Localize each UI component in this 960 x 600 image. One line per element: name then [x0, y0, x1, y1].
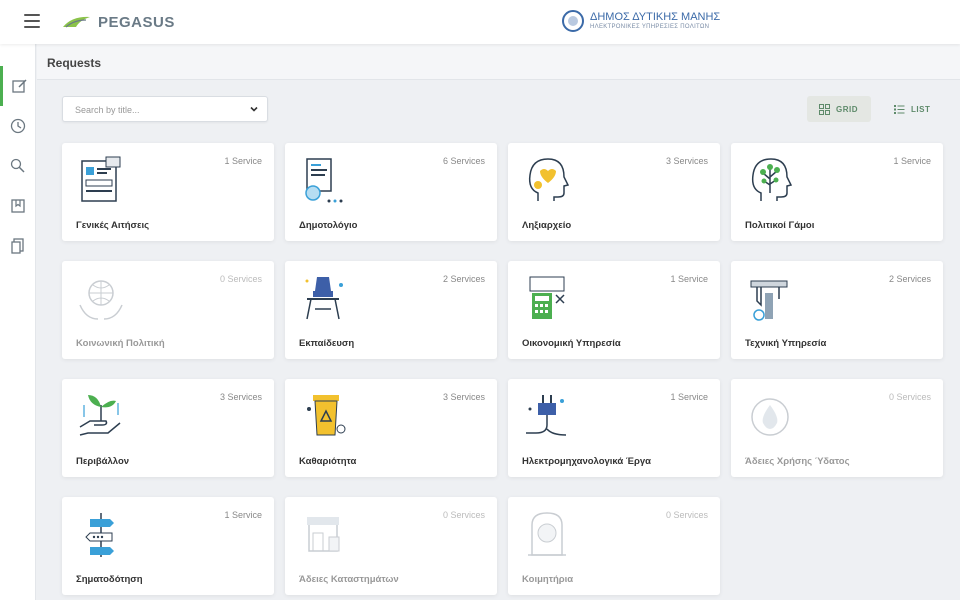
service-card-civil-weddings[interactable]: 1 Service Πολιτικοί Γάμοι — [731, 143, 943, 241]
service-card-general-requests[interactable]: 1 Service Γενικές Αιτήσεις — [62, 143, 274, 241]
service-card-technical[interactable]: 2 Services Τεχνική Υπηρεσία — [731, 261, 943, 359]
card-title: Κοινωνική Πολιτική — [76, 338, 165, 349]
electric-plug-icon — [526, 395, 567, 436]
service-card-cleaning[interactable]: 3 Services Καθαριότητα — [285, 379, 497, 477]
service-count: 1 Service — [670, 392, 708, 402]
documents-icon — [11, 238, 24, 254]
card-title: Ληξιαρχείο — [522, 220, 572, 231]
sidebar-item-requests[interactable] — [0, 66, 36, 106]
card-title: Τεχνική Υπηρεσία — [745, 338, 827, 349]
card-title: Πολιτικοί Γάμοι — [745, 220, 815, 231]
shop-icon — [307, 517, 340, 552]
registry-hearts-head-icon — [528, 158, 570, 201]
service-count: 1 Service — [893, 156, 931, 166]
bookmark-book-icon — [11, 199, 25, 213]
tree-head-icon — [751, 158, 793, 201]
search-user-icon — [10, 158, 25, 173]
service-count: 6 Services — [442, 156, 485, 166]
municipality-name: ΔΗΜΟΣ ΔΥΤΙΚΗΣ ΜΑΝΗΣ — [590, 10, 721, 23]
card-title: Κοιμητήρια — [522, 574, 574, 585]
search-placeholder: Search by title... — [75, 105, 140, 115]
app-logo[interactable]: PEGASUS — [62, 12, 175, 32]
grid-icon — [819, 103, 830, 115]
service-card-civil-registry[interactable]: 3 Services Ληξιαρχείο — [508, 143, 720, 241]
municipality-subtitle: ΗΛΕΚΤΡΟΝΙΚΕΣ ΥΠΗΡΕΣΙΕΣ ΠΟΛΙΤΩΝ — [590, 23, 710, 30]
service-count: 2 Services — [888, 274, 931, 284]
card-title: Οικονομική Υπηρεσία — [522, 338, 621, 349]
globe-hands-icon — [79, 280, 123, 320]
grid-view-button[interactable]: GRID — [807, 96, 871, 122]
logo-text: PEGASUS — [98, 13, 175, 31]
service-card-shop-permits[interactable]: 0 Services Άδειες Καταστημάτων — [285, 497, 497, 595]
service-count: 3 Services — [442, 392, 485, 402]
school-desk-icon — [305, 277, 343, 320]
menu-icon[interactable] — [24, 14, 40, 28]
card-title: Γενικές Αιτήσεις — [76, 220, 150, 231]
service-count: 1 Service — [224, 510, 262, 520]
history-icon — [10, 118, 26, 134]
card-title: Περιβάλλον — [76, 456, 130, 467]
service-count: 3 Services — [665, 156, 708, 166]
service-count: 3 Services — [219, 392, 262, 402]
page-header: Requests — [37, 44, 960, 80]
list-view-label: LIST — [911, 104, 931, 114]
card-title: Άδειες Καταστημάτων — [299, 574, 399, 585]
service-card-municipal-registry[interactable]: 6 Services Δημοτολόγιο — [285, 143, 497, 241]
grid-view-label: GRID — [836, 104, 858, 114]
service-card-finance[interactable]: 1 Service Οικονομική Υπηρεσία — [508, 261, 720, 359]
service-card-social-policy[interactable]: 0 Services Κοινωνική Πολιτική — [62, 261, 274, 359]
card-title: Άδειες Χρήσης Ύδατος — [745, 456, 850, 467]
edit-icon — [11, 79, 27, 93]
top-bar: PEGASUS ΔΗΜΟΣ ΔΥΤΙΚΗΣ ΜΑΝΗΣ ΗΛΕΚΤΡΟΝΙΚΕΣ… — [0, 0, 960, 44]
sidebar-item-documents[interactable] — [0, 226, 36, 266]
sidebar — [0, 44, 36, 600]
service-card-signage[interactable]: 1 Service Σηματοδότηση — [62, 497, 274, 595]
service-count: 0 Services — [219, 274, 262, 284]
recycle-bin-icon — [307, 395, 346, 436]
service-count: 0 Services — [888, 392, 931, 402]
service-card-cemeteries[interactable]: 0 Services Κοιμητήρια — [508, 497, 720, 595]
registry-search-icon — [305, 158, 343, 203]
service-count: 0 Services — [665, 510, 708, 520]
service-count: 1 Service — [224, 156, 262, 166]
signpost-icon — [85, 513, 114, 557]
forms-document-icon — [81, 156, 121, 202]
card-title: Σηματοδότηση — [76, 574, 143, 585]
service-count: 0 Services — [442, 510, 485, 520]
service-card-water-permits[interactable]: 0 Services Άδειες Χρήσης Ύδατος — [731, 379, 943, 477]
service-card-environment[interactable]: 3 Services Περιβάλλον — [62, 379, 274, 477]
search-select[interactable]: Search by title... — [62, 96, 268, 122]
service-count: 1 Service — [670, 274, 708, 284]
card-title: Καθαριότητα — [299, 456, 357, 467]
page-title: Requests — [47, 56, 102, 70]
service-count: 2 Services — [442, 274, 485, 284]
card-title: Ηλεκτρομηχανολογικά Έργα — [522, 456, 651, 467]
sidebar-item-bookmarks[interactable] — [0, 186, 36, 226]
plant-hand-icon — [79, 395, 121, 436]
pegasus-wing-icon — [63, 16, 90, 28]
service-card-education[interactable]: 2 Services Εκπαίδευση — [285, 261, 497, 359]
municipality-brand: ΔΗΜΟΣ ΔΥΤΙΚΗΣ ΜΑΝΗΣ ΗΛΕΚΤΡΟΝΙΚΕΣ ΥΠΗΡΕΣΙ… — [562, 10, 720, 32]
chevron-down-icon — [250, 106, 258, 112]
sidebar-item-search-user[interactable] — [0, 146, 36, 186]
water-drop-icon — [751, 398, 789, 436]
cemetery-icon — [528, 512, 566, 556]
list-icon — [894, 104, 905, 114]
calculator-icon — [529, 276, 565, 319]
sidebar-item-history[interactable] — [0, 106, 36, 146]
list-view-button[interactable]: LIST — [882, 96, 946, 122]
caliper-icon — [750, 280, 788, 321]
card-title: Εκπαίδευση — [299, 338, 355, 349]
municipality-seal-icon — [562, 10, 584, 32]
service-card-electromechanical[interactable]: 1 Service Ηλεκτρομηχανολογικά Έργα — [508, 379, 720, 477]
card-title: Δημοτολόγιο — [299, 220, 358, 231]
